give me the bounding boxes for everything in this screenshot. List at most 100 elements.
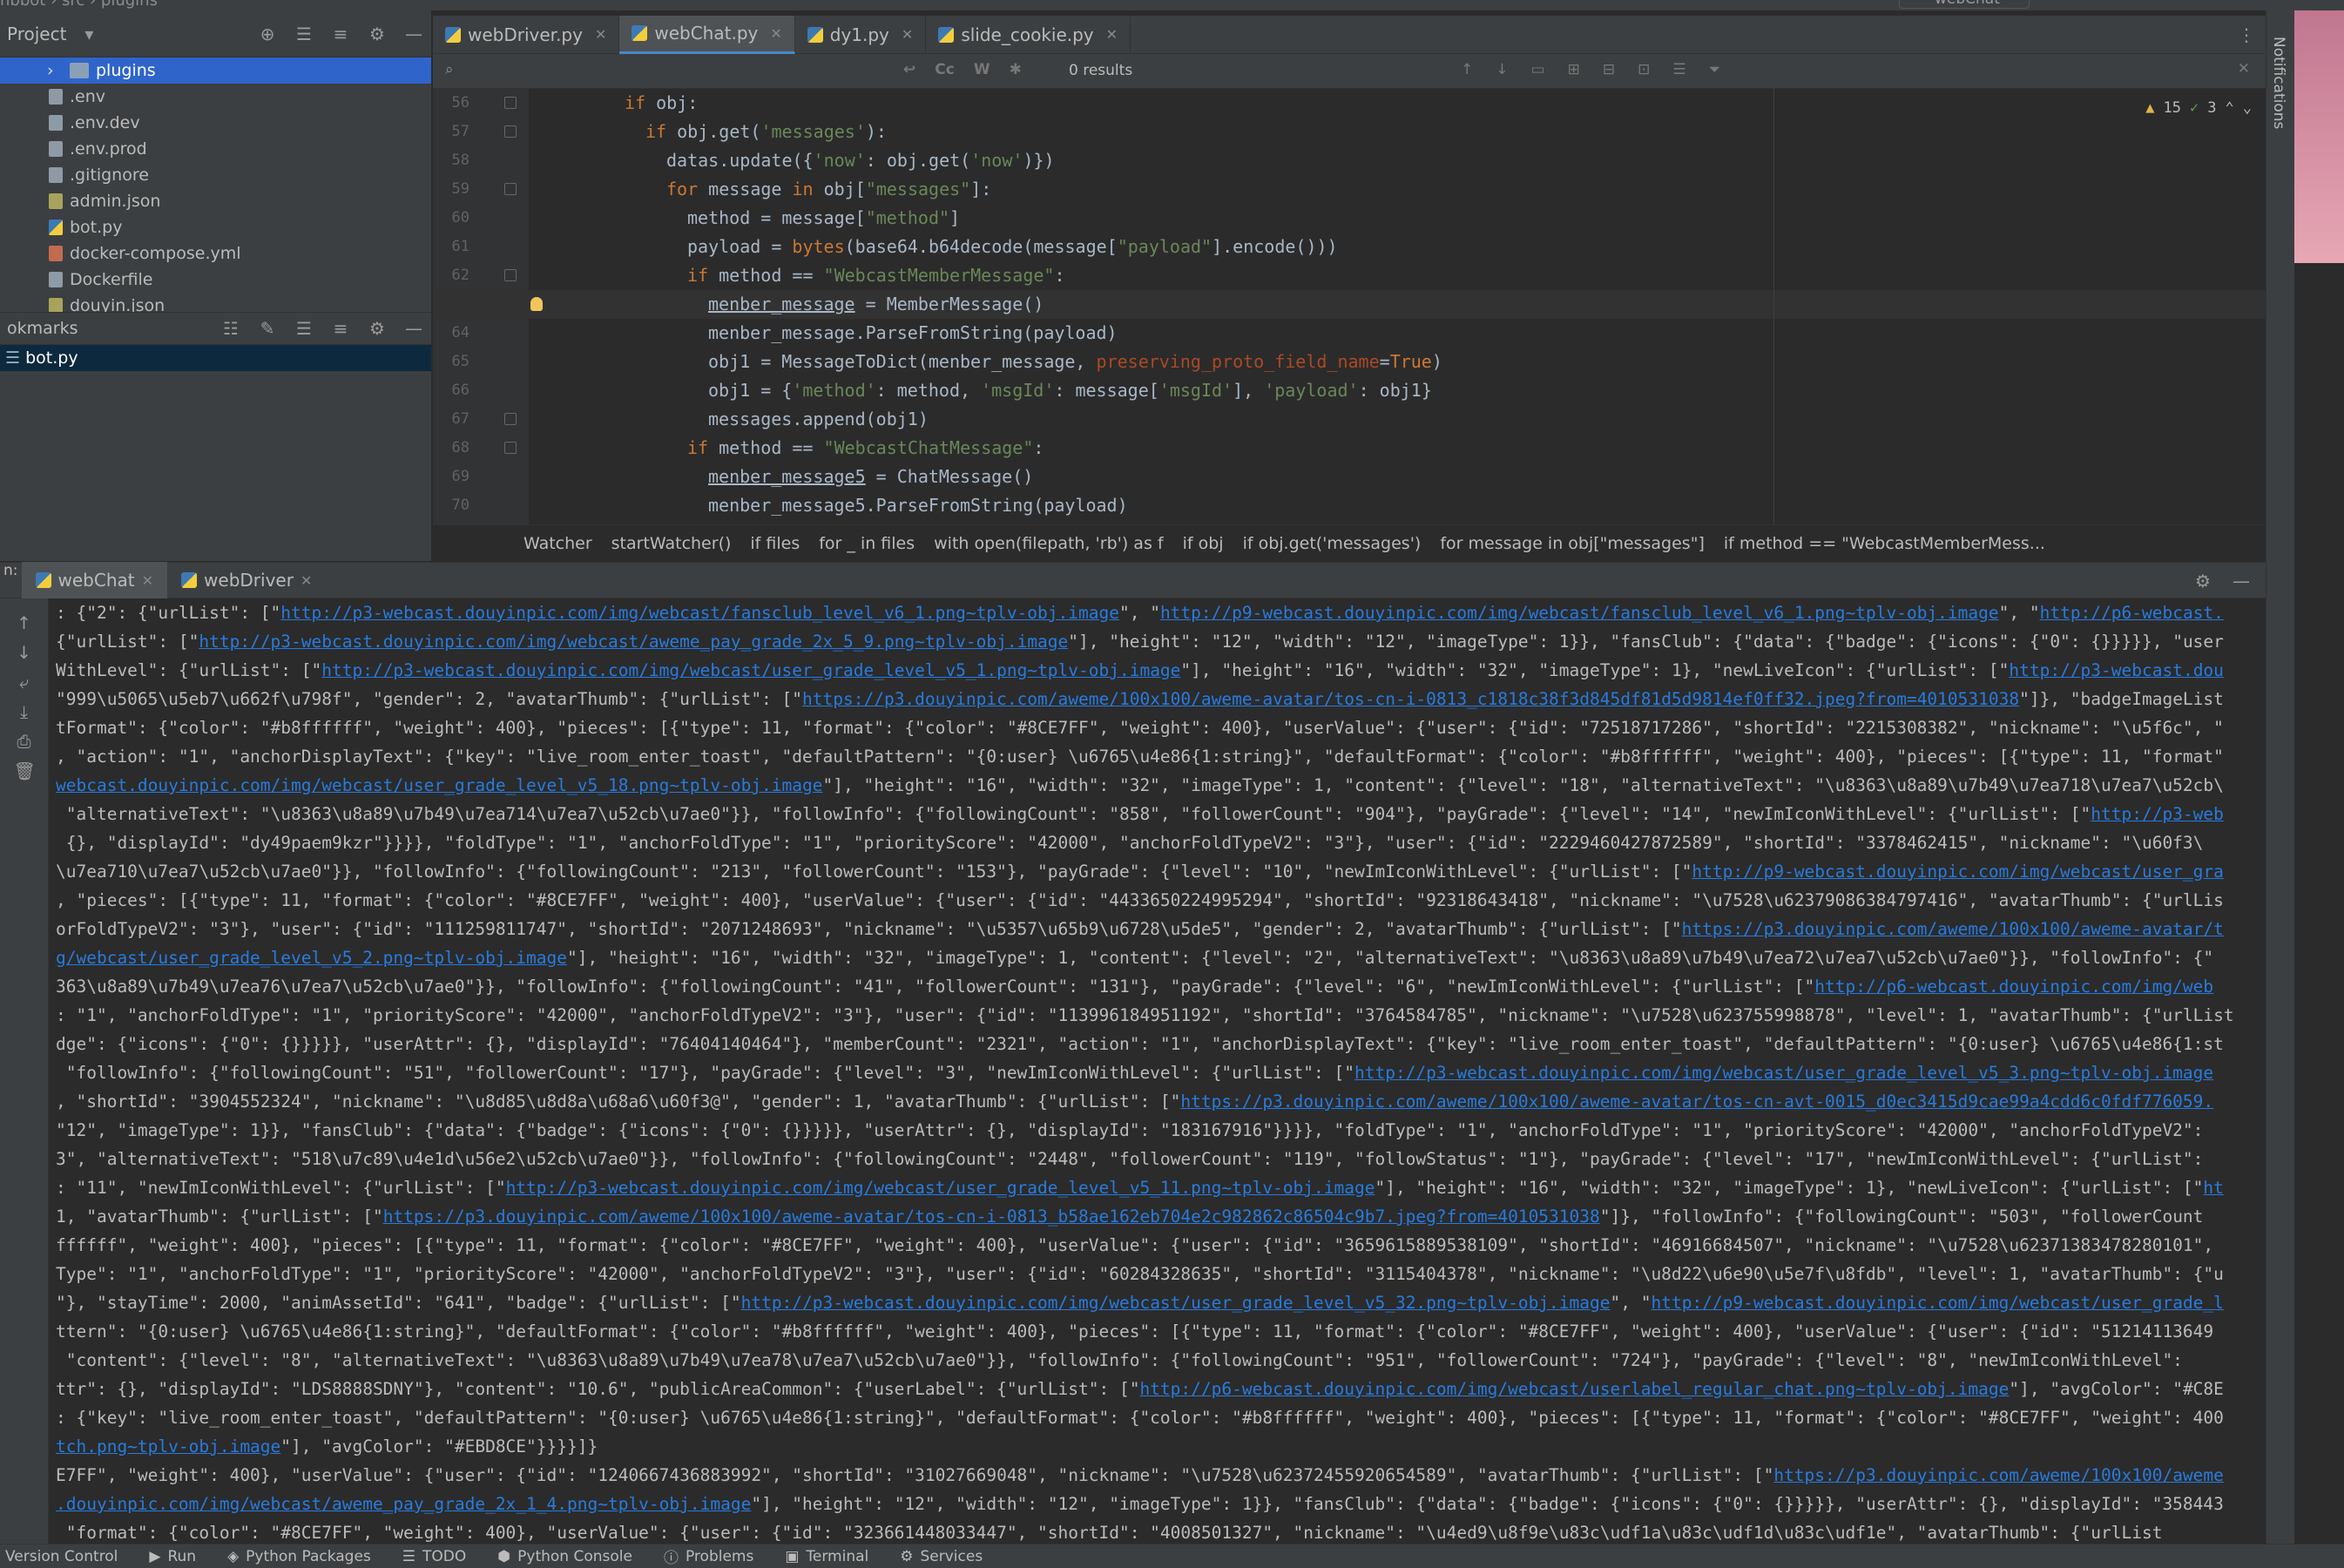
trash-icon[interactable]: 🗑 [14,760,36,781]
console-link[interactable]: http://p3-webcast.douyinpic.com/img/webc… [199,632,1068,652]
regex-icon[interactable]: ↩ [903,61,915,78]
status-tool-todo[interactable]: ☰ TODO [402,1548,467,1565]
close-icon[interactable]: ✕ [770,25,781,42]
lightbulb-icon[interactable] [530,297,543,311]
tree-item[interactable]: .env.prod [0,136,431,162]
regex-toggle-icon[interactable]: ✱ [1010,61,1022,78]
filter-icon[interactable]: ⏷ [1709,61,1721,78]
console-link[interactable]: http://p9-webcast.douyinpic.com/img/webc… [1651,1293,2223,1313]
editor-tab[interactable]: dy1.py ✕ [795,15,927,54]
breadcrumb-item[interactable]: for message in obj["messages"] [1440,534,1705,553]
whole-word-toggle[interactable]: W [974,61,990,78]
console-link[interactable]: g/webcast/user_grade_level_v5_2.png~tplv… [56,948,567,968]
gear-icon[interactable]: ⚙ [2192,571,2213,591]
collapse-all-icon[interactable]: ≡ [330,24,351,44]
tree-item[interactable]: › plugins [0,57,431,84]
locate-icon[interactable]: ⊕ [257,24,278,44]
console-link[interactable]: https://p3.douyinpic.com/aweme/100x100/a… [1773,1465,2224,1485]
run-tab[interactable]: webDriver ✕ [167,562,326,598]
console-link[interactable]: https://p3.douyinpic.com/aweme/100x100/a… [802,689,2019,709]
status-tool-python-console[interactable]: ⬢ Python Console [497,1548,632,1565]
fold-marker-icon[interactable] [504,183,517,195]
tree-item[interactable]: docker-compose.yml [0,240,431,267]
editor-tab[interactable]: slide_cookie.py ✕ [926,15,1131,54]
chevron-right-icon[interactable]: › [47,57,54,84]
console-link[interactable]: https://p3.douyinpic.com/aweme/100x100/a… [383,1206,1600,1227]
fold-marker-icon[interactable] [504,97,517,109]
tree-item[interactable]: .gitignore [0,162,431,188]
arrow-down-icon[interactable]: ↓ [1496,61,1508,78]
console-link[interactable]: http://p6-webcast.douyinpic.com/img/web [1814,977,2213,997]
console-link[interactable]: http://p3-webcast.dou [2009,660,2224,680]
console-link[interactable]: http://p6-webcast.douyinpic.com/img/webc… [1139,1379,2009,1399]
breadcrumb-item[interactable]: if obj [1183,534,1224,553]
select-all-icon[interactable]: ▭ [1531,61,1545,78]
remove-occurrence-icon[interactable]: ⊟ [1603,61,1615,78]
expand-all-icon[interactable]: ☰ [294,318,314,339]
tree-item[interactable]: .env [0,84,431,110]
status-tool-python-packages[interactable]: ◈ Python Packages [227,1548,371,1565]
status-tool-services[interactable]: ⚙ Services [900,1548,983,1565]
project-title[interactable]: Project [7,24,66,44]
filter-options-icon[interactable]: ☰ [1672,61,1685,78]
tree-item[interactable]: bot.py [0,214,431,240]
breadcrumb-item[interactable]: Watcher [524,534,592,553]
tree-item[interactable]: .env.dev [0,110,431,136]
console-link[interactable]: http://p3-webcast.douyinpic.com/img/webc… [1354,1063,2213,1083]
console-link[interactable]: https://p3.douyinpic.com/aweme/100x100/a… [1180,1092,2213,1112]
breadcrumb-item[interactable]: startWatcher() [611,534,732,553]
breadcrumb-item[interactable]: if method == "WebcastMemberMess... [1724,534,2045,553]
arrow-down-icon[interactable]: ↓ [14,642,35,663]
console-link[interactable]: http://p9-webcast.douyinpic.com/img/webc… [1160,603,1999,623]
match-case-toggle[interactable]: Cc [935,61,955,78]
console-link[interactable]: http://p3-webcast.douyinpic.com/img/webc… [506,1178,1375,1198]
scroll-to-end-icon[interactable]: ⤓ [14,701,35,722]
minimize-icon[interactable]: — [2231,571,2252,591]
status-tool-terminal[interactable]: ▣ Terminal [785,1548,868,1565]
console-link[interactable]: http://p3-webcast.douyinpic.com/img/webc… [321,660,1180,680]
tree-item[interactable]: douyin.json [0,293,431,312]
close-icon[interactable]: ✕ [1106,26,1118,43]
search-icon[interactable]: ⌕ [445,61,454,78]
console-link[interactable]: https://p3.douyinpic.com/aweme/100x100/a… [1682,919,2224,939]
console-link[interactable]: tch.png~tplv-obj.image [56,1436,280,1456]
editor-tab[interactable]: webDriver.py ✕ [433,15,620,54]
fold-marker-icon[interactable] [504,442,517,454]
arrow-up-icon[interactable]: ↑ [1461,61,1473,78]
tree-item[interactable]: admin.json [0,188,431,214]
run-tab[interactable]: webChat ✕ [21,562,168,598]
breadcrumb-item[interactable]: for _ in files [819,534,915,553]
fold-marker-icon[interactable] [504,269,517,281]
console-link[interactable]: ht [2203,1178,2223,1198]
run-console[interactable]: : {"2": {"urlList": ["http://p3-webcast.… [49,598,2266,1544]
bookmark-item[interactable]: ☰ bot.py [0,345,431,371]
console-link[interactable]: http://p3-web [2091,804,2224,824]
print-icon[interactable]: ⎙ [14,731,35,752]
inspection-widget[interactable]: ▲ 15 ✓ 3 ⌃ ⌄ [2145,99,2252,117]
status-tool-problems[interactable]: ⓘ Problems [664,1545,753,1568]
notifications-tab[interactable]: Notifications [2270,37,2287,129]
chevron-down-icon[interactable]: ⌄ [2243,99,2252,117]
minimize-icon[interactable]: — [403,24,424,44]
close-icon[interactable]: ✕ [902,26,913,43]
console-link[interactable]: webcast.douyinpic.com/img/webcast/user_g… [56,775,823,795]
breadcrumb-item[interactable]: with open(filepath, 'rb') as f [934,534,1163,553]
pencil-icon[interactable]: ✎ [257,318,278,339]
arrow-up-icon[interactable]: ↑ [14,612,35,633]
console-link[interactable]: http://p3-webcast.douyinpic.com/img/webc… [741,1293,1611,1313]
select-occurrences-icon[interactable]: ⊡ [1638,61,1650,78]
console-link[interactable]: .douyinpic.com/img/webcast/aweme_pay_gra… [56,1494,751,1514]
code-editor[interactable]: 565758596061626364656667686970 if obj:if… [433,89,2266,524]
collapse-all-icon[interactable]: ≡ [330,318,351,339]
add-occurrence-icon[interactable]: ⊞ [1568,61,1580,78]
fold-marker-icon[interactable] [504,125,517,138]
minimize-icon[interactable]: — [403,318,424,339]
status-tool-run[interactable]: ▶ Run [149,1548,196,1565]
soft-wrap-icon[interactable]: ⤶ [14,672,35,693]
more-vertical-icon[interactable]: ⋮ [2236,24,2257,45]
editor-tab[interactable]: webChat.py ✕ [619,15,795,54]
console-link[interactable]: http://p3-webcast.douyinpic.com/img/webc… [280,603,1119,623]
gear-icon[interactable]: ⚙ [367,318,388,339]
fold-marker-icon[interactable] [504,413,517,425]
chevron-up-icon[interactable]: ⌃ [2226,99,2234,117]
